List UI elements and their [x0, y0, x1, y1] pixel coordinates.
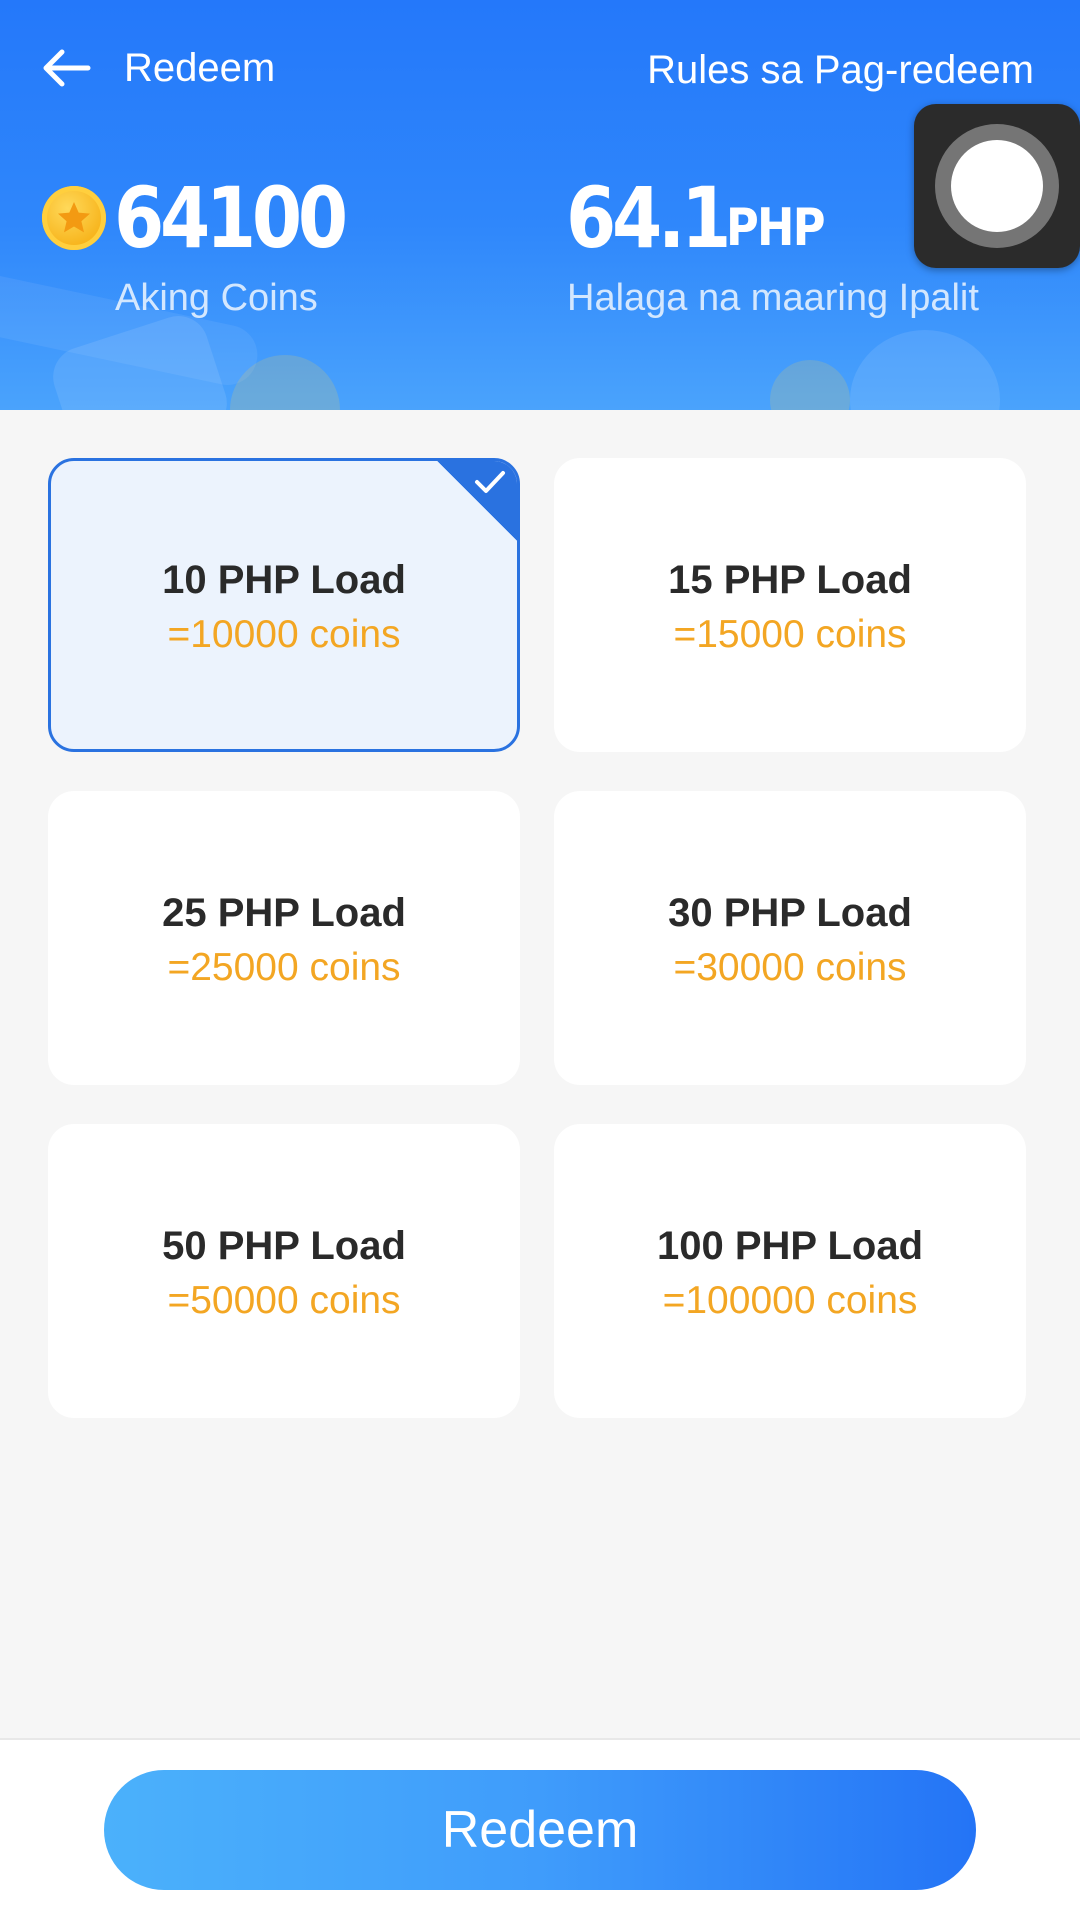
redeem-screen: Redeem Rules sa Pag-redeem 64100 Aking C…	[0, 0, 1080, 1920]
load-option-card[interactable]: 100 PHP Load =100000 coins	[554, 1124, 1026, 1418]
selected-corner-badge	[434, 461, 517, 544]
coin-balance: 64100	[114, 169, 348, 267]
assistive-touch-button[interactable]	[914, 104, 1080, 268]
load-option-cost: =100000 coins	[662, 1279, 918, 1322]
back-button[interactable]	[36, 40, 96, 96]
bottom-action-bar: Redeem	[0, 1738, 1080, 1920]
load-option-label: 25 PHP Load	[162, 891, 406, 935]
star-coin-icon	[42, 186, 106, 250]
load-option-card[interactable]: 15 PHP Load =15000 coins	[554, 458, 1026, 752]
load-option-cost: =15000 coins	[673, 613, 907, 656]
load-option-card[interactable]: 30 PHP Load =30000 coins	[554, 791, 1026, 1085]
checkmark-icon	[475, 471, 505, 493]
load-option-cost: =25000 coins	[167, 946, 401, 989]
redeemable-amount: 64.1	[566, 169, 731, 267]
load-option-card[interactable]: 50 PHP Load =50000 coins	[48, 1124, 520, 1418]
load-option-label: 10 PHP Load	[162, 558, 406, 602]
load-option-label: 30 PHP Load	[668, 891, 912, 935]
redeemable-amount-label: Halaga na maaring Ipalit	[567, 277, 979, 319]
load-option-cost: =30000 coins	[673, 946, 907, 989]
redeem-rules-link[interactable]: Rules sa Pag-redeem	[647, 44, 1034, 96]
header-decoration	[850, 330, 1000, 410]
load-option-card[interactable]: 25 PHP Load =25000 coins	[48, 791, 520, 1085]
star-icon	[58, 202, 90, 233]
header-decoration	[770, 360, 850, 410]
load-option-cost: =10000 coins	[167, 613, 401, 656]
load-option-label: 100 PHP Load	[656, 1224, 924, 1268]
redeem-button[interactable]: Redeem	[104, 1770, 976, 1890]
load-option-label: 15 PHP Load	[668, 558, 912, 602]
load-option-cost: =50000 coins	[167, 1279, 401, 1322]
load-option-card[interactable]: 10 PHP Load =10000 coins	[48, 458, 520, 752]
load-option-label: 50 PHP Load	[162, 1224, 406, 1268]
assistive-touch-icon	[935, 124, 1059, 248]
arrow-left-icon	[43, 49, 91, 87]
page-title: Redeem	[124, 46, 276, 90]
coin-balance-label: Aking Coins	[115, 277, 318, 319]
currency-unit: PHP	[726, 198, 826, 258]
